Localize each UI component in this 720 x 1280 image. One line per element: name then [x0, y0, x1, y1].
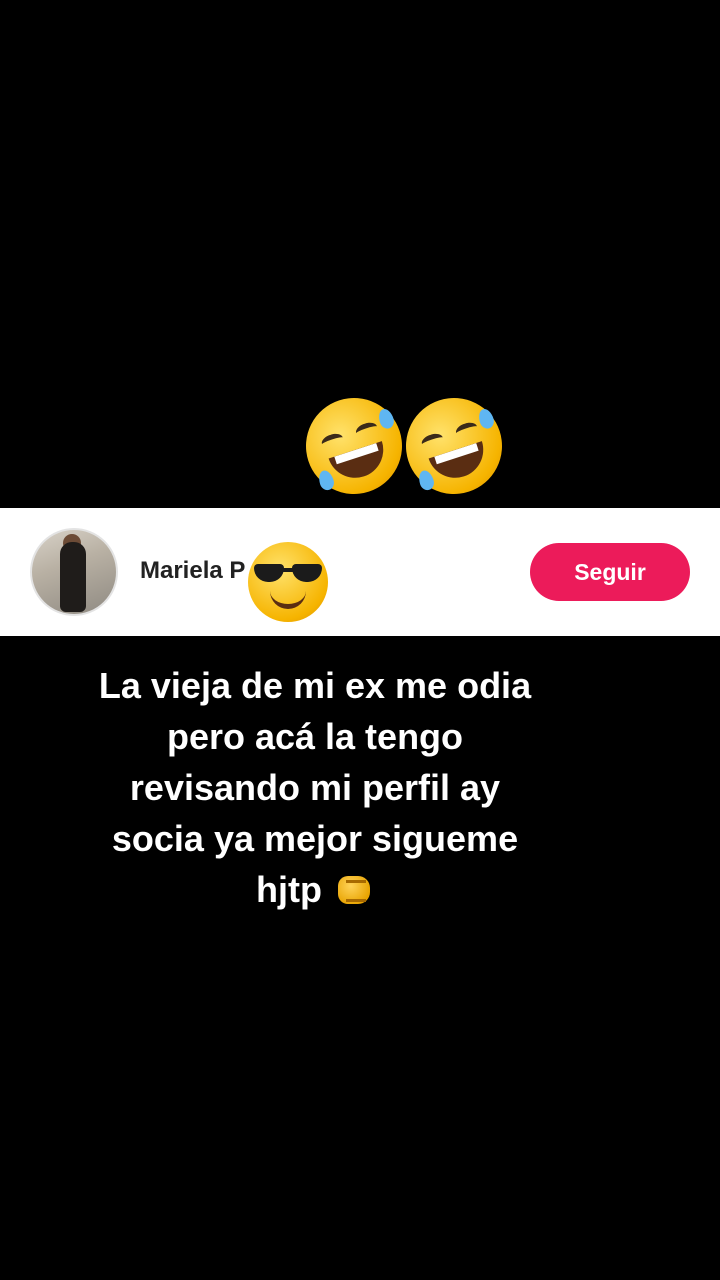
caption-line: hjtp	[256, 869, 322, 910]
caption-line: socia ya mejor sigueme	[111, 818, 519, 859]
smiling-face-with-sunglasses-icon	[248, 542, 328, 622]
caption-line: pero acá la tengo	[166, 716, 464, 757]
avatar[interactable]	[30, 528, 118, 616]
oncoming-fist-icon	[332, 872, 374, 908]
follow-button[interactable]: Seguir	[530, 543, 690, 601]
laughing-emoji-group	[293, 385, 515, 507]
caption-last-line: hjtp	[30, 864, 600, 915]
caption-text: La vieja de mi ex me odia pero acá la te…	[30, 660, 600, 915]
rolling-on-floor-laughing-icon	[293, 385, 415, 507]
rolling-on-floor-laughing-icon	[393, 385, 515, 507]
profile-bar: Mariela P 05 Seguir	[0, 508, 720, 636]
caption-line: La vieja de mi ex me odia	[98, 665, 532, 706]
caption-line: revisando mi perfil ay	[129, 767, 501, 808]
